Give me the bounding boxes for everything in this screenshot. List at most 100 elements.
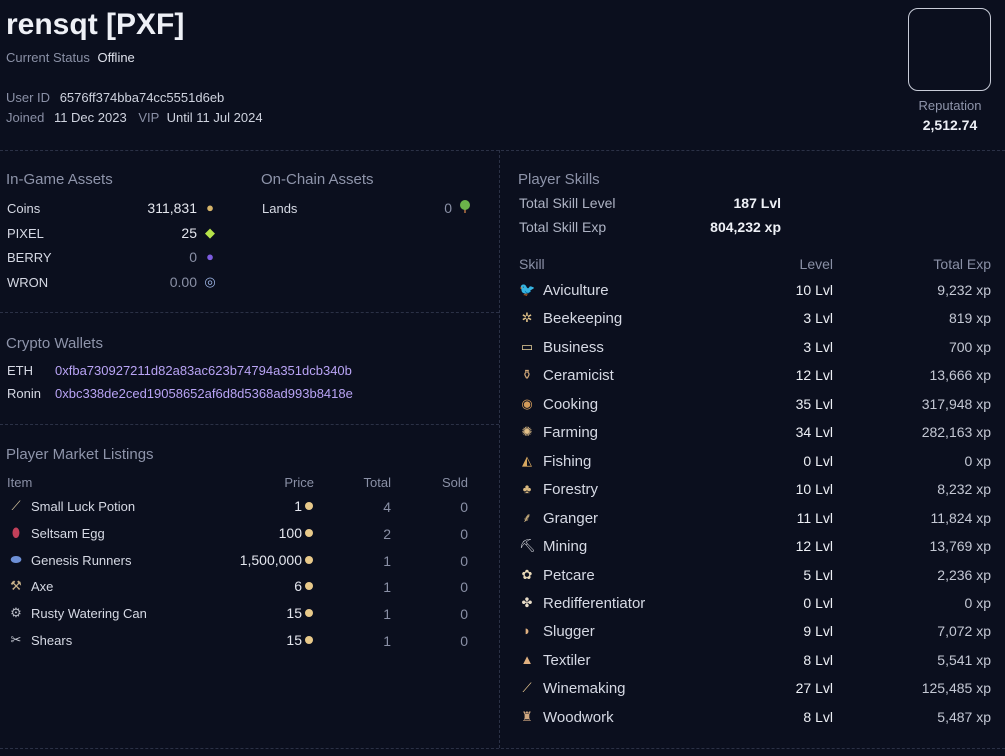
market-item-total: 1 xyxy=(383,633,391,649)
skill-level: 34 Lvl xyxy=(795,424,833,441)
skill-name: Mining xyxy=(543,538,588,556)
pickaxe-icon: ⛏ xyxy=(519,538,536,554)
skill-exp: 2,236 xp xyxy=(937,566,991,583)
market-item-price: 15 xyxy=(286,632,302,648)
wheat-icon: ⸙ xyxy=(522,509,532,525)
market-item-price: 1,500,000 xyxy=(239,551,302,568)
total-exp-label: Total Skill Exp xyxy=(519,219,607,235)
skill-level: 5 Lvl xyxy=(803,566,833,583)
market-header-sold: Sold xyxy=(441,475,468,490)
potion-icon: ⟋ xyxy=(11,498,21,513)
market-item-name[interactable]: Genesis Runners xyxy=(31,553,131,568)
market-item-price: 100 xyxy=(278,524,302,541)
reputation-label: Reputation xyxy=(918,98,982,113)
coin-icon xyxy=(305,636,313,644)
skill-name: Ceramicist xyxy=(543,367,614,385)
skill-level: 12 Lvl xyxy=(795,538,833,555)
user-id-label: User ID xyxy=(6,90,51,105)
skill-exp: 0 xp xyxy=(964,452,991,469)
avatar[interactable] xyxy=(908,8,991,91)
skill-level: 0 Lvl xyxy=(803,594,833,611)
onchain-title: On-Chain Assets xyxy=(261,171,374,188)
skill-exp: 5,487 xp xyxy=(937,708,991,725)
skills-title: Player Skills xyxy=(518,171,600,188)
ingame-item-value: 0 xyxy=(189,249,197,265)
wallet-eth-label: ETH xyxy=(7,363,33,378)
ingame-title: In-Game Assets xyxy=(6,171,113,188)
skill-name: Fishing xyxy=(543,452,592,470)
coin-icon xyxy=(305,582,313,591)
skill-name: Aviculture xyxy=(543,282,609,299)
skill-level: 12 Lvl xyxy=(795,367,833,384)
lands-label: Lands xyxy=(262,201,298,216)
skill-exp: 282,163 xp xyxy=(921,424,991,441)
recycle-icon: ✤ xyxy=(521,594,533,610)
wallet-ronin-label: Ronin xyxy=(7,386,41,401)
assets-divider xyxy=(0,312,499,313)
coin-icon xyxy=(305,502,313,510)
reputation-value: 2,512.74 xyxy=(922,117,978,133)
market-item-name[interactable]: Shears xyxy=(31,633,72,648)
player-name: rensqt [PXF] xyxy=(6,8,185,41)
chair-icon: ♜ xyxy=(521,708,533,724)
column-divider xyxy=(499,150,500,748)
coin-icon: ● xyxy=(206,200,214,215)
joined-date: 11 Dec 2023 xyxy=(53,110,127,125)
pot-icon: ◉ xyxy=(521,395,533,411)
vip-value: Until 11 Jul 2024 xyxy=(166,110,263,125)
coin-icon xyxy=(305,555,313,564)
skill-exp: 13,666 xp xyxy=(929,367,992,384)
market-item-total: 4 xyxy=(383,499,391,515)
market-item-name[interactable]: Seltsam Egg xyxy=(31,526,105,541)
axe-icon: ⚒ xyxy=(10,578,22,594)
wallet-ronin-address[interactable]: 0xbc338de2ced19058652af6d8d5368ad993b841… xyxy=(55,386,353,401)
user-id-row: User ID 6576ff374bba74cc5551d6eb xyxy=(6,90,224,105)
bottom-divider xyxy=(0,748,1005,749)
status-value: Offline xyxy=(97,50,135,65)
shoe-icon: ⬬ xyxy=(10,551,22,567)
skill-name: Cooking xyxy=(543,395,599,413)
skill-name: Woodwork xyxy=(543,708,614,726)
market-item-sold: 0 xyxy=(460,633,468,649)
skill-exp: 0 xp xyxy=(964,594,991,611)
ingame-item-label: PIXEL xyxy=(7,225,44,241)
skill-exp: 11,824 xp xyxy=(930,509,991,526)
status-row: Current Status Offline xyxy=(6,50,135,65)
ronin-icon: ◎ xyxy=(204,273,216,289)
skills-header-level: Level xyxy=(799,256,833,272)
skill-level: 10 Lvl xyxy=(795,481,833,498)
skill-level: 8 Lvl xyxy=(803,708,833,725)
skill-exp: 819 xp xyxy=(948,310,991,327)
skill-level: 3 Lvl xyxy=(803,338,833,355)
bird-icon: 🐦 xyxy=(519,282,536,297)
ingame-item-value: 25 xyxy=(181,224,197,241)
header-divider xyxy=(0,150,1005,151)
skill-name: Granger xyxy=(543,509,599,527)
bee-icon: ✲ xyxy=(521,310,533,326)
skill-exp: 317,948 xp xyxy=(921,395,991,412)
market-item-name[interactable]: Rusty Watering Can xyxy=(31,606,147,621)
total-exp-value: 804,232 xp xyxy=(710,219,781,235)
ingame-item-label: BERRY xyxy=(7,250,52,265)
briefcase-icon: ▭ xyxy=(520,338,534,354)
joined-row: Joined 11 Dec 2023 VIP Until 11 Jul 2024 xyxy=(6,110,263,125)
vip-label: VIP xyxy=(138,110,160,125)
skill-level: 3 Lvl xyxy=(803,310,833,327)
skill-exp: 5,541 xp xyxy=(937,651,991,668)
skill-level: 10 Lvl xyxy=(795,282,833,298)
market-item-name[interactable]: Axe xyxy=(31,579,53,594)
skill-exp: 7,072 xp xyxy=(937,623,991,640)
market-item-name[interactable]: Small Luck Potion xyxy=(31,499,135,514)
market-item-sold: 0 xyxy=(460,579,468,596)
coin-icon xyxy=(305,609,313,618)
market-item-total: 1 xyxy=(383,579,391,596)
market-header-total: Total xyxy=(363,475,391,490)
wallet-eth-address[interactable]: 0xfba730927211d82a83ac623b74794a351dcb34… xyxy=(55,363,352,378)
market-item-price: 6 xyxy=(294,578,302,595)
total-level-label: Total Skill Level xyxy=(519,195,616,211)
market-item-sold: 0 xyxy=(460,525,468,542)
paw-icon: ✿ xyxy=(521,566,533,582)
skill-name: Beekeeping xyxy=(543,310,623,328)
market-item-total: 2 xyxy=(383,525,391,542)
tree-icon: ♣ xyxy=(522,481,532,497)
